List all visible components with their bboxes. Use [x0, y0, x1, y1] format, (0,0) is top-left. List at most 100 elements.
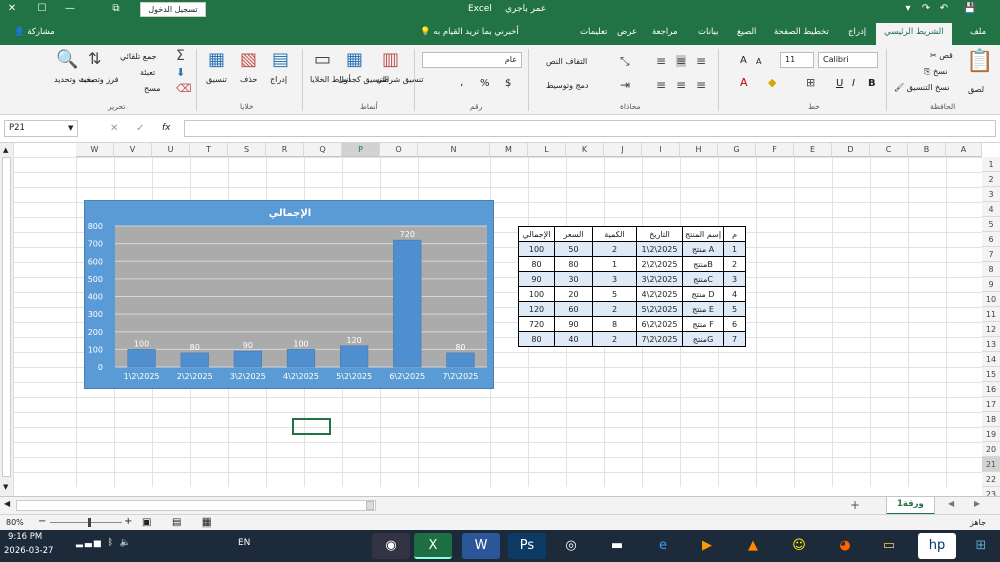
borders-icon[interactable]: ⊞	[806, 77, 815, 88]
fill-label[interactable]: تعبئة	[140, 68, 155, 77]
table-header-cell[interactable]: الكمية	[592, 226, 637, 242]
scroll-thumb[interactable]	[2, 157, 11, 477]
tray-icons[interactable]: ▂▃▅ ᛒ 🔈	[76, 538, 133, 548]
column-header[interactable]: J	[604, 143, 642, 157]
table-cell[interactable]: 80	[554, 256, 593, 272]
table-cell[interactable]: منتج F	[681, 316, 725, 332]
column-header[interactable]: G	[718, 143, 756, 157]
undo-icon[interactable]: ↶	[936, 2, 952, 16]
row-header[interactable]: 9	[982, 277, 1000, 292]
shrink-font-button[interactable]: A	[756, 57, 761, 66]
zoom-level[interactable]: 80%	[6, 518, 24, 527]
row-header[interactable]: 11	[982, 307, 1000, 322]
delete-cells-icon[interactable]: ▧	[240, 51, 257, 69]
scroll-up-icon[interactable]: ▲	[3, 146, 8, 154]
close-icon[interactable]: ✕	[4, 2, 20, 16]
sign-in-button[interactable]: تسجيل الدخول	[140, 2, 206, 17]
column-header[interactable]: P	[342, 143, 380, 157]
table-cell[interactable]: منتجC	[681, 271, 725, 287]
excel-icon[interactable]: X	[414, 533, 452, 559]
table-header-cell[interactable]: م	[723, 226, 747, 242]
zoom-slider[interactable]	[50, 522, 122, 523]
bold-button[interactable]: B	[868, 78, 876, 89]
paste-label[interactable]: لصق	[968, 85, 984, 94]
table-cell[interactable]: 80	[518, 256, 555, 272]
table-cell[interactable]: 100	[518, 286, 555, 302]
table-cell[interactable]: 2	[592, 241, 637, 257]
copy-button[interactable]: ⎘ نسخ	[924, 67, 947, 77]
avatar-icon[interactable]: ☺	[780, 533, 818, 559]
table-cell[interactable]: 2	[592, 301, 637, 317]
column-header[interactable]: N	[418, 143, 490, 157]
grow-font-button[interactable]: A	[740, 55, 747, 66]
maximize-icon[interactable]: ☐	[34, 2, 50, 16]
tab-insert[interactable]: إدراج	[848, 27, 866, 37]
page-break-view-icon[interactable]: ▣	[142, 517, 151, 528]
horizontal-scrollbar[interactable]	[16, 500, 376, 511]
italic-button[interactable]: I	[852, 78, 855, 89]
row-header[interactable]: 18	[982, 412, 1000, 427]
table-cell[interactable]: 90	[554, 316, 593, 332]
align-left-icon[interactable]: ≡	[656, 79, 666, 91]
column-header[interactable]: W	[76, 143, 114, 157]
column-header[interactable]: B	[908, 143, 946, 157]
format-cells-icon[interactable]: ▦	[208, 51, 225, 69]
column-header[interactable]: S	[228, 143, 266, 157]
enter-icon[interactable]: ✓	[136, 123, 144, 134]
namebox-dropdown-icon[interactable]: ▼	[68, 124, 73, 132]
add-sheet-button[interactable]: +	[850, 498, 860, 512]
table-cell[interactable]: 90	[518, 271, 555, 287]
row-header[interactable]: 15	[982, 367, 1000, 382]
autosum-label[interactable]: جمع تلقائي	[120, 52, 157, 61]
table-cell[interactable]: 40	[554, 331, 593, 347]
table-cell[interactable]: منتجG	[681, 331, 725, 347]
table-cell[interactable]: 6\2\2025	[636, 316, 683, 332]
row-header[interactable]: 14	[982, 352, 1000, 367]
percent-button[interactable]: %	[480, 78, 490, 89]
normal-view-icon[interactable]: ▦	[202, 517, 212, 528]
tab-view[interactable]: عرض	[617, 27, 637, 37]
column-header[interactable]: F	[756, 143, 794, 157]
row-header[interactable]: 23	[982, 487, 1000, 496]
minimize-icon[interactable]: —	[62, 2, 78, 16]
table-cell[interactable]: 2\2\2025	[636, 256, 683, 272]
paste-icon[interactable]: 📋	[966, 51, 993, 73]
table-header-cell[interactable]: التاريخ	[636, 226, 683, 242]
language-indicator[interactable]: EN	[238, 538, 250, 548]
table-cell[interactable]: منتج A	[681, 241, 725, 257]
table-cell[interactable]: 50	[554, 241, 593, 257]
row-header[interactable]: 19	[982, 427, 1000, 442]
row-header[interactable]: 5	[982, 217, 1000, 232]
column-header[interactable]: T	[190, 143, 228, 157]
fill-icon[interactable]: ⬇	[176, 67, 185, 78]
column-header[interactable]: A	[946, 143, 982, 157]
align-bottom-icon[interactable]: ≡	[696, 55, 706, 67]
column-header[interactable]: L	[528, 143, 566, 157]
table-cell[interactable]: 60	[554, 301, 593, 317]
column-header[interactable]: K	[566, 143, 604, 157]
conditional-label[interactable]: تنسيق شرطي	[376, 75, 424, 84]
tab-help[interactable]: تعليمات	[580, 27, 607, 37]
comma-button[interactable]: ،	[460, 78, 463, 89]
indent-icon[interactable]: ⇥	[620, 79, 630, 91]
column-header[interactable]: I	[642, 143, 680, 157]
tab-formulas[interactable]: الصيغ	[737, 27, 756, 37]
sheet-next-icon[interactable]: ▶	[974, 499, 980, 508]
sort-label[interactable]: فرز وتصفية	[80, 75, 118, 84]
table-cell[interactable]: 7	[723, 331, 747, 347]
zoom-slider-thumb[interactable]	[88, 518, 91, 527]
row-header[interactable]: 20	[982, 442, 1000, 457]
table-cell[interactable]: 8	[592, 316, 637, 332]
table-cell[interactable]: 120	[518, 301, 555, 317]
name-box[interactable]: P21	[4, 120, 78, 137]
column-header[interactable]: R	[266, 143, 304, 157]
row-header[interactable]: 22	[982, 472, 1000, 487]
photoshop-icon[interactable]: Ps	[508, 533, 546, 559]
scroll-down-icon[interactable]: ▼	[3, 483, 8, 491]
page-layout-view-icon[interactable]: ▤	[172, 517, 181, 528]
table-cell[interactable]: منتجB	[681, 256, 725, 272]
row-header[interactable]: 17	[982, 397, 1000, 412]
column-header[interactable]: U	[152, 143, 190, 157]
chrome-icon[interactable]: ◎	[552, 533, 590, 559]
row-header[interactable]: 2	[982, 172, 1000, 187]
